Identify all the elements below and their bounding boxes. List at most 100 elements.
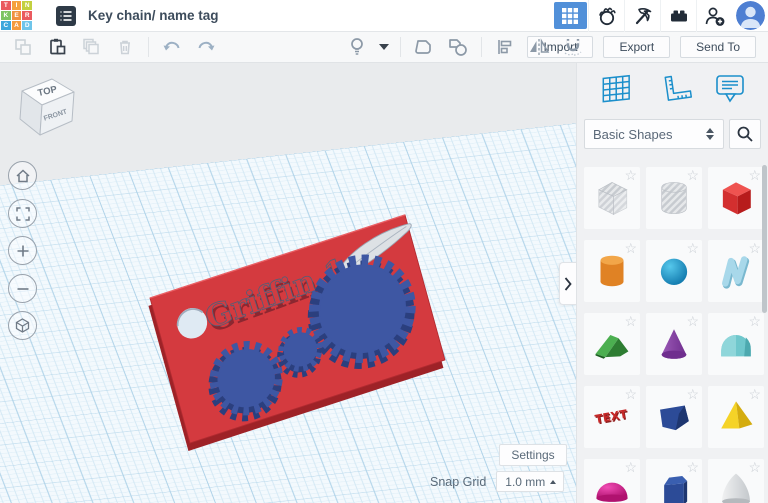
favorite-star-icon[interactable] (748, 240, 761, 257)
dropdown-caret-icon (379, 44, 389, 50)
favorite-star-icon[interactable] (748, 386, 761, 403)
redo-icon (198, 41, 215, 51)
shape-tile-scribble[interactable] (708, 240, 764, 302)
fit-view-button[interactable] (8, 199, 37, 228)
dashboard-button[interactable] (552, 0, 588, 32)
send-to-button[interactable]: Send To (680, 36, 756, 58)
zoom-out-icon (17, 287, 28, 290)
logo-cell: K (1, 10, 11, 21)
shape-tile-text[interactable]: TEXT TEXT (584, 386, 640, 448)
minecraft-export-button[interactable] (624, 0, 660, 32)
favorite-star-icon[interactable] (686, 386, 699, 403)
favorite-star-icon[interactable] (624, 167, 637, 184)
magnet-icon (564, 39, 582, 56)
undo-icon (163, 41, 180, 51)
shape-tile-paraboloid[interactable] (708, 459, 764, 503)
shape-tile-half-sphere[interactable] (584, 459, 640, 503)
favorite-star-icon[interactable] (748, 313, 761, 330)
shape-tile-round-roof[interactable] (708, 313, 764, 375)
ruler-icon (664, 75, 692, 101)
workplane-tool[interactable] (599, 72, 637, 106)
favorite-star-icon[interactable] (624, 386, 637, 403)
perspective-icon (15, 318, 30, 333)
user-avatar[interactable] (736, 1, 765, 30)
duplicate-button[interactable] (76, 34, 106, 60)
shape-tile-cylinder-hole[interactable] (646, 167, 702, 229)
view-cube[interactable]: TOP FRONT (4, 67, 82, 147)
circuits-button[interactable] (588, 0, 624, 32)
group-button[interactable] (409, 34, 439, 60)
favorite-star-icon[interactable] (748, 459, 761, 476)
zoom-in-button[interactable] (8, 236, 37, 265)
paste-icon (50, 38, 66, 55)
logo-cell: I (11, 0, 22, 10)
logo-cell: R (22, 10, 32, 21)
clipboard-group (8, 34, 221, 60)
divider (400, 37, 401, 57)
shape-tile-box[interactable] (708, 167, 764, 229)
favorite-star-icon[interactable] (624, 313, 637, 330)
shape-tile-cone[interactable] (646, 313, 702, 375)
shape-tile-cylinder[interactable] (584, 240, 640, 302)
favorite-star-icon[interactable] (686, 459, 699, 476)
design-title[interactable]: Key chain/ name tag (88, 8, 219, 23)
invite-button[interactable] (696, 0, 732, 32)
divider (148, 37, 149, 57)
home-view-button[interactable] (8, 161, 37, 190)
tinkercad-app: { "header": { "title": "Key chain/ name … (0, 0, 768, 503)
notes-tool[interactable] (714, 72, 746, 106)
arrange-group (342, 34, 588, 60)
snap-grid-select[interactable]: 1.0 mm (496, 471, 565, 492)
favorite-star-icon[interactable] (686, 313, 699, 330)
tinkercad-logo[interactable]: T I N K E R C A D (1, 0, 32, 31)
panel-filter-row: Basic Shapes (577, 111, 768, 149)
favorite-star-icon[interactable] (686, 167, 699, 184)
document-properties-icon[interactable] (56, 5, 76, 26)
search-shapes-button[interactable] (729, 119, 761, 149)
shape-tile-polygon[interactable] (646, 459, 702, 503)
panel-scrollbar[interactable] (762, 165, 767, 313)
copy-button[interactable] (8, 34, 38, 60)
logo-cell: D (22, 21, 32, 31)
ungroup-button[interactable] (443, 34, 473, 60)
fit-view-icon (15, 206, 30, 221)
circuits-icon (598, 7, 616, 25)
top-bar: T I N K E R C A D Key chain/ name tag (0, 0, 768, 32)
shape-tile-box-transparent[interactable] (584, 167, 640, 229)
favorite-star-icon[interactable] (624, 459, 637, 476)
align-button[interactable] (490, 34, 520, 60)
logo-cell: T (1, 0, 11, 10)
invite-person-icon (705, 7, 724, 26)
favorite-star-icon[interactable] (686, 240, 699, 257)
redo-button[interactable] (191, 34, 221, 60)
shape-tile-wedge[interactable] (646, 386, 702, 448)
brick-icon (670, 10, 687, 21)
favorite-star-icon[interactable] (624, 240, 637, 257)
shape-tile-roof[interactable] (584, 313, 640, 375)
snap-grid-value: 1.0 mm (505, 474, 546, 489)
shape-tile-sphere[interactable] (646, 240, 702, 302)
viewport-3d[interactable]: Griffin 1 Griffin 1 TOP FRONT Settings S… (0, 63, 576, 503)
show-all-button[interactable] (342, 34, 372, 60)
magnet-button[interactable] (558, 34, 588, 60)
flip-icon (530, 38, 550, 55)
zoom-out-button[interactable] (8, 274, 37, 303)
delete-button[interactable] (110, 34, 140, 60)
show-all-caret-button[interactable] (376, 34, 392, 60)
favorite-star-icon[interactable] (748, 167, 761, 184)
shape-grid: TEXT TEXT (577, 149, 768, 503)
flip-button[interactable] (524, 34, 554, 60)
paste-button[interactable] (42, 34, 72, 60)
shape-tile-pyramid[interactable] (708, 386, 764, 448)
export-button[interactable]: Export (603, 36, 671, 58)
shape-category-select[interactable]: Basic Shapes (584, 119, 724, 149)
notes-icon (716, 75, 744, 103)
collapse-panel-button[interactable] (559, 262, 576, 305)
undo-button[interactable] (157, 34, 187, 60)
brick-export-button[interactable] (660, 0, 696, 32)
copy-icon (15, 39, 31, 55)
show-all-icon (351, 38, 363, 55)
perspective-toggle-button[interactable] (8, 311, 37, 340)
settings-button[interactable]: Settings (499, 444, 567, 466)
ruler-tool[interactable] (659, 72, 693, 106)
